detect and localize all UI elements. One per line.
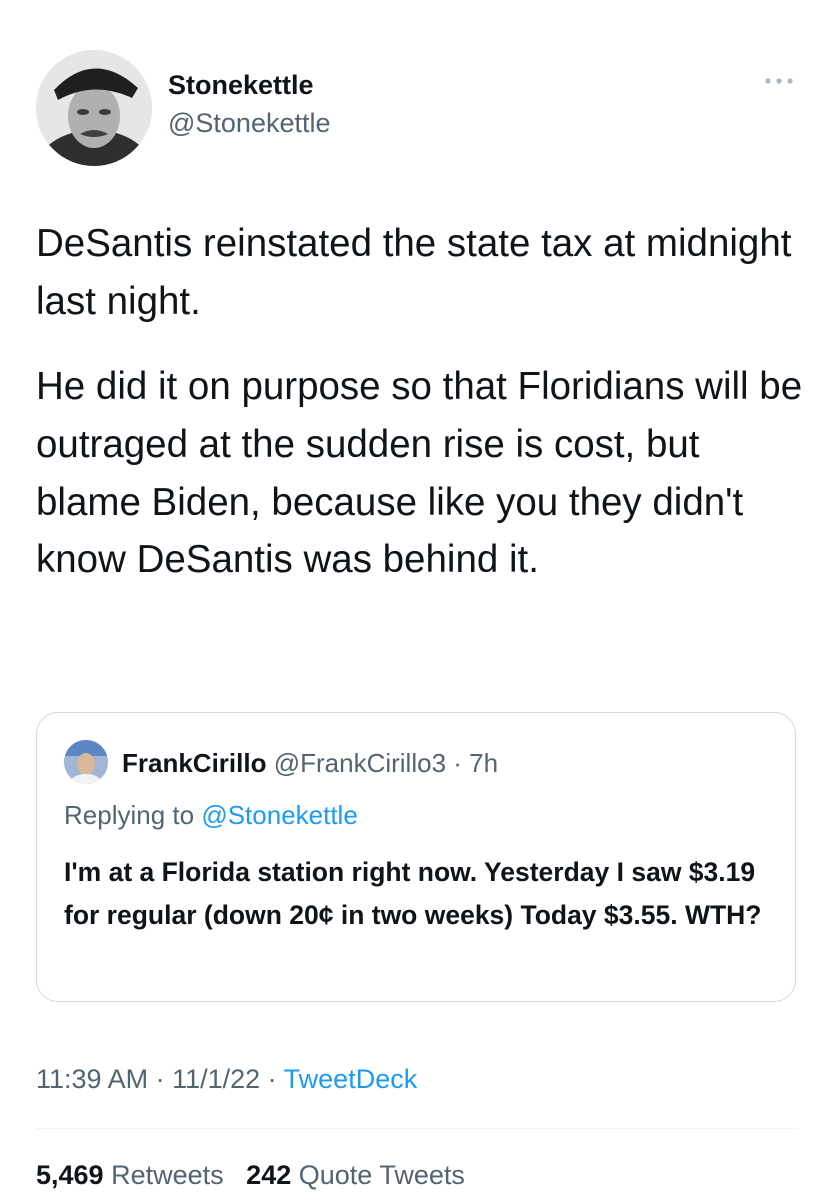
- quote-tweets-label: Quote Tweets: [298, 1160, 465, 1190]
- tweet-text-paragraph-2: He did it on purpose so that Floridians …: [36, 365, 803, 582]
- quote-text: I'm at a Florida station right now. Yest…: [64, 857, 762, 930]
- tweet-stats: 5,469 Retweets 242 Quote Tweets: [36, 1160, 465, 1191]
- tweet-source-link[interactable]: TweetDeck: [284, 1064, 418, 1094]
- author-handle[interactable]: @Stonekettle: [168, 108, 331, 139]
- retweets-count: 5,469: [36, 1160, 104, 1190]
- quote-replying-to: Replying to @Stonekettle: [64, 800, 358, 831]
- author-display-name[interactable]: Stonekettle: [168, 70, 314, 101]
- retweets-stat[interactable]: 5,469 Retweets: [36, 1160, 224, 1190]
- divider: [36, 1128, 798, 1129]
- retweets-label: Retweets: [111, 1160, 224, 1190]
- quote-display-name[interactable]: FrankCirillo: [122, 748, 266, 778]
- tweet-timestamp[interactable]: 11:39 AM · 11/1/22 ·: [36, 1064, 277, 1094]
- replying-to-handle-link[interactable]: @Stonekettle: [201, 800, 357, 830]
- avatar[interactable]: [36, 50, 152, 166]
- tweet-text-paragraph-1: DeSantis reinstated the state tax at mid…: [36, 222, 792, 323]
- more-dots-icon[interactable]: [762, 74, 796, 88]
- quote-tweets-stat[interactable]: 242 Quote Tweets: [246, 1160, 465, 1190]
- quote-tweets-count: 242: [246, 1160, 292, 1190]
- quote-avatar: [64, 740, 108, 784]
- quote-header: FrankCirillo @FrankCirillo3 · 7h: [122, 748, 498, 779]
- avatar-image: [36, 50, 152, 166]
- replying-to-label: Replying to: [64, 800, 195, 830]
- quote-handle-time: @FrankCirillo3 · 7h: [273, 748, 499, 778]
- tweet-meta: 11:39 AM · 11/1/22 · TweetDeck: [36, 1064, 417, 1095]
